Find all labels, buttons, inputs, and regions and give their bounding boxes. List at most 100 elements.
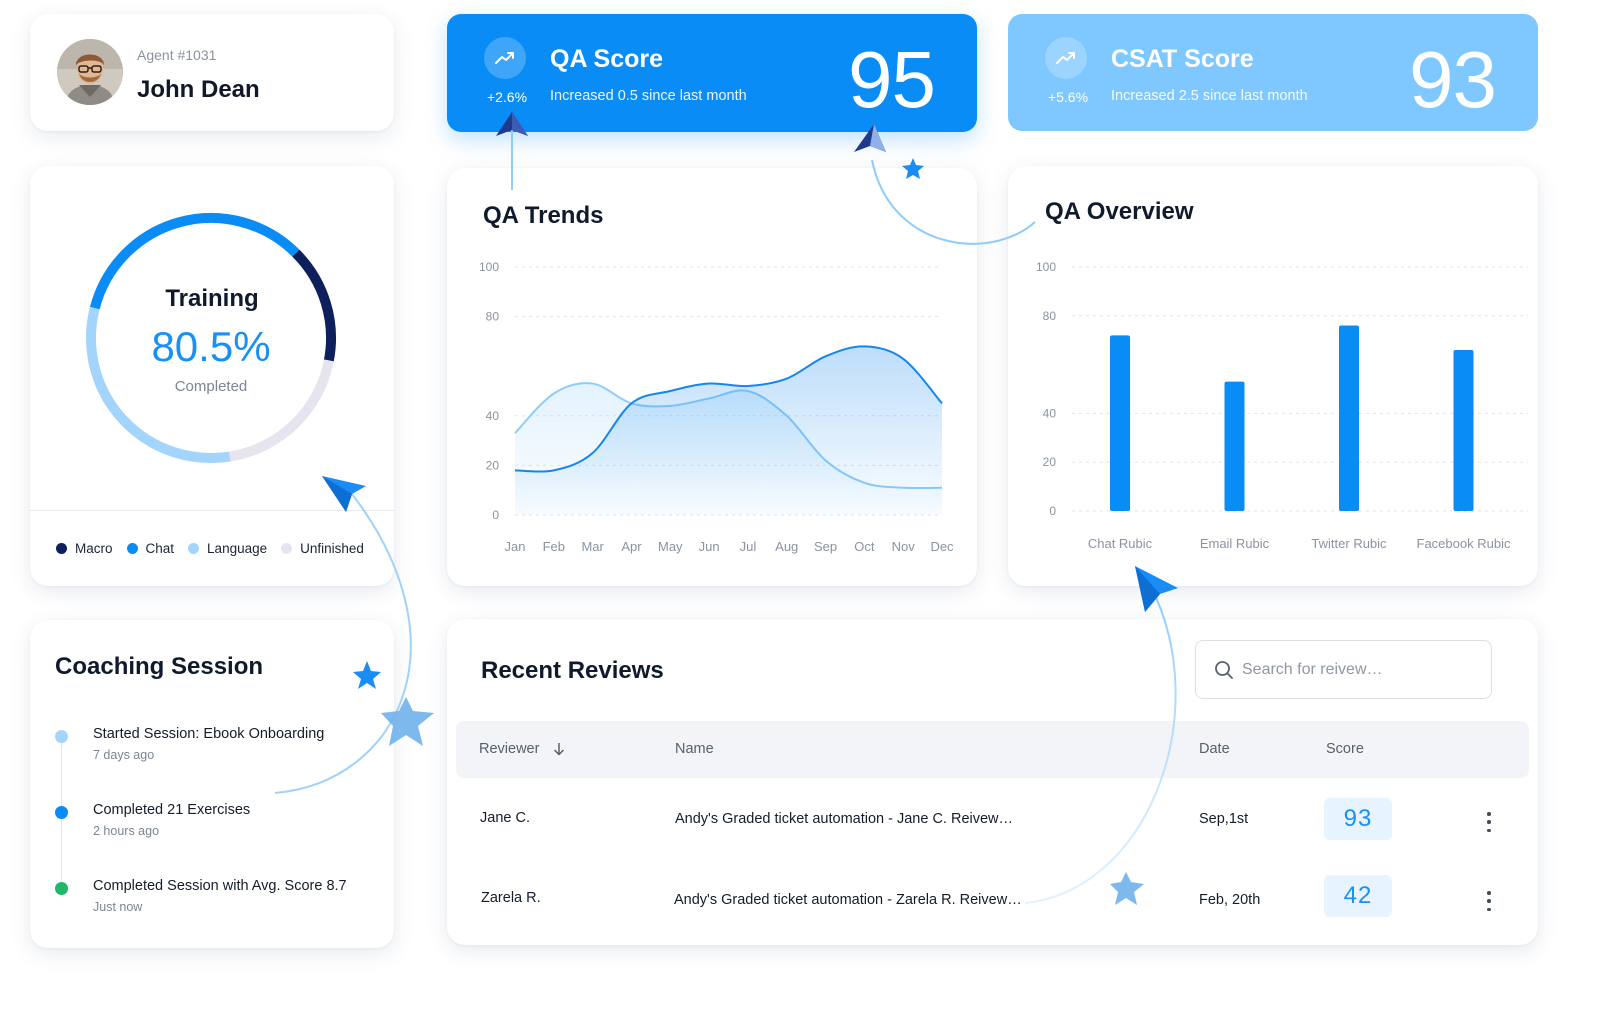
y-tick-label: 100 bbox=[1036, 260, 1056, 274]
qa-overview-card: QA Overview 100 80 40 20 0 Chat Rubic Email Ru… bbox=[1008, 166, 1538, 586]
legend-label: Macro bbox=[75, 541, 113, 556]
avatar[interactable] bbox=[57, 39, 123, 105]
score-chip: 93 bbox=[1324, 798, 1392, 840]
bar[interactable] bbox=[1224, 381, 1245, 511]
cell-date: Sep,1st bbox=[1199, 811, 1249, 827]
training-percent: 80.5% bbox=[151, 323, 271, 370]
bar[interactable] bbox=[1339, 325, 1359, 511]
timeline-dot bbox=[55, 882, 68, 895]
more-options-icon[interactable] bbox=[1486, 812, 1492, 832]
cell-reviewer: Zarela R. bbox=[481, 890, 541, 906]
cell-reviewer: Jane C. bbox=[480, 810, 530, 826]
training-legend: Macro Chat Language Unfinished bbox=[56, 541, 364, 556]
timeline-text: Started Session: Ebook Onboarding bbox=[93, 726, 325, 742]
qa-score-value: 95 bbox=[848, 35, 936, 124]
agent-id: Agent #1031 bbox=[137, 47, 217, 63]
cell-name[interactable]: Andy's Graded ticket automation - Zarela… bbox=[674, 892, 1022, 908]
timeline-text: Completed 21 Exercises bbox=[93, 802, 251, 818]
trending-up-icon bbox=[484, 37, 526, 79]
column-reviewer[interactable]: Reviewer bbox=[479, 741, 566, 757]
qa-score-title: QA Score bbox=[550, 45, 664, 73]
table-row[interactable]: Jane C. Andy's Graded ticket automation … bbox=[456, 784, 1529, 854]
x-tick-label: Aug bbox=[775, 539, 798, 554]
qa-trends-card: QA Trends 100 80 40 20 0 Jan Feb Mar Apr May Jun Ju… bbox=[447, 168, 977, 586]
column-score[interactable]: Score bbox=[1326, 741, 1364, 757]
x-tick-label: Facebook Rubic bbox=[1417, 536, 1511, 551]
legend-dot bbox=[188, 543, 200, 554]
column-date[interactable]: Date bbox=[1199, 741, 1230, 757]
qa-score-subtitle: Increased 0.5 since last month bbox=[550, 88, 747, 104]
x-tick-label: Dec bbox=[930, 539, 954, 554]
x-tick-label: Feb bbox=[543, 539, 565, 554]
table-row[interactable]: Zarela R. Andy's Graded ticket automatio… bbox=[456, 862, 1529, 932]
x-tick-label: Jan bbox=[505, 539, 526, 554]
csat-score-subtitle: Increased 2.5 since last month bbox=[1111, 88, 1308, 104]
training-title: Training bbox=[165, 285, 259, 312]
column-name[interactable]: Name bbox=[675, 741, 714, 757]
x-tick-label: Jul bbox=[740, 539, 757, 554]
legend-label: Chat bbox=[145, 541, 175, 556]
x-tick-label: May bbox=[658, 539, 683, 554]
coaching-title: Coaching Session bbox=[55, 653, 264, 680]
y-tick-label: 40 bbox=[486, 409, 500, 423]
timeline-dot bbox=[55, 730, 68, 743]
trending-up-icon bbox=[1045, 37, 1087, 79]
legend-item-chat[interactable]: Chat bbox=[126, 541, 175, 556]
csat-score-value: 93 bbox=[1409, 35, 1497, 124]
cell-name[interactable]: Andy's Graded ticket automation - Jane C… bbox=[675, 811, 1013, 827]
timeline-time: 7 days ago bbox=[93, 748, 155, 762]
search-icon bbox=[1215, 661, 1233, 679]
score-chip: 42 bbox=[1324, 875, 1392, 917]
legend-label: Unfinished bbox=[300, 541, 364, 556]
qa-score-card[interactable]: +2.6% QA Score Increased 0.5 since last … bbox=[447, 14, 977, 132]
bar[interactable] bbox=[1110, 335, 1130, 511]
qa-trends-chart: 100 80 40 20 0 Jan Feb Mar Apr May Jun Jul Aug Sep Oct… bbox=[479, 260, 954, 554]
timeline-dot bbox=[55, 806, 68, 819]
reviews-title: Recent Reviews bbox=[481, 657, 664, 684]
y-tick-label: 0 bbox=[492, 508, 499, 522]
csat-score-card[interactable]: +5.6% CSAT Score Increased 2.5 since las… bbox=[1008, 14, 1538, 131]
x-tick-label: Jun bbox=[699, 539, 720, 554]
legend-label: Language bbox=[207, 541, 268, 556]
more-options-icon[interactable] bbox=[1486, 891, 1492, 911]
x-tick-label: Twitter Rubic bbox=[1311, 536, 1387, 551]
y-tick-label: 20 bbox=[1043, 455, 1057, 469]
legend-item-language[interactable]: Language bbox=[188, 541, 267, 556]
csat-score-change: +5.6% bbox=[1047, 89, 1089, 105]
legend-dot bbox=[281, 543, 293, 554]
csat-score-title: CSAT Score bbox=[1111, 45, 1254, 73]
x-tick-label: Email Rubic bbox=[1200, 536, 1270, 551]
column-reviewer-label: Reviewer bbox=[479, 741, 540, 757]
x-tick-label: Mar bbox=[581, 539, 604, 554]
x-tick-label: Apr bbox=[621, 539, 642, 554]
table-header: Reviewer Name Date Score bbox=[456, 721, 1529, 778]
y-tick-label: 40 bbox=[1043, 406, 1057, 420]
cell-date: Feb, 20th bbox=[1199, 892, 1261, 908]
ring-segment-unfinished bbox=[228, 359, 334, 462]
search-input[interactable] bbox=[1242, 641, 1482, 698]
search-box[interactable] bbox=[1195, 640, 1492, 699]
x-tick-label: Oct bbox=[854, 539, 875, 554]
legend-item-macro[interactable]: Macro bbox=[56, 541, 113, 556]
y-tick-label: 0 bbox=[1049, 504, 1056, 518]
training-card: Training 80.5% Completed Macro Chat Lang… bbox=[30, 166, 394, 586]
x-tick-label: Nov bbox=[892, 539, 916, 554]
divider bbox=[30, 510, 394, 511]
y-tick-label: 100 bbox=[479, 260, 499, 274]
training-subtitle: Completed bbox=[174, 378, 248, 395]
agent-card: Agent #1031 John Dean bbox=[30, 14, 394, 131]
qa-overview-chart: 100 80 40 20 0 Chat Rubic Email Rubic Twitter R… bbox=[1036, 260, 1528, 551]
legend-dot bbox=[126, 543, 138, 554]
avatar-image bbox=[57, 39, 123, 105]
timeline-time: 2 hours ago bbox=[93, 824, 160, 838]
timeline-text: Completed Session with Avg. Score 8.7 bbox=[93, 878, 347, 894]
legend-item-unfinished[interactable]: Unfinished bbox=[281, 541, 364, 556]
arrow-down-icon bbox=[554, 743, 565, 756]
y-tick-label: 20 bbox=[486, 458, 500, 472]
agent-name: John Dean bbox=[137, 76, 260, 103]
timeline-time: Just now bbox=[93, 900, 143, 914]
bar[interactable] bbox=[1453, 349, 1474, 511]
coaching-session-card: Coaching Session Started Session: Ebook … bbox=[30, 620, 394, 948]
recent-reviews-card: Recent Reviews Reviewer Name Date Score … bbox=[447, 619, 1538, 945]
x-tick-label: Sep bbox=[814, 539, 837, 554]
